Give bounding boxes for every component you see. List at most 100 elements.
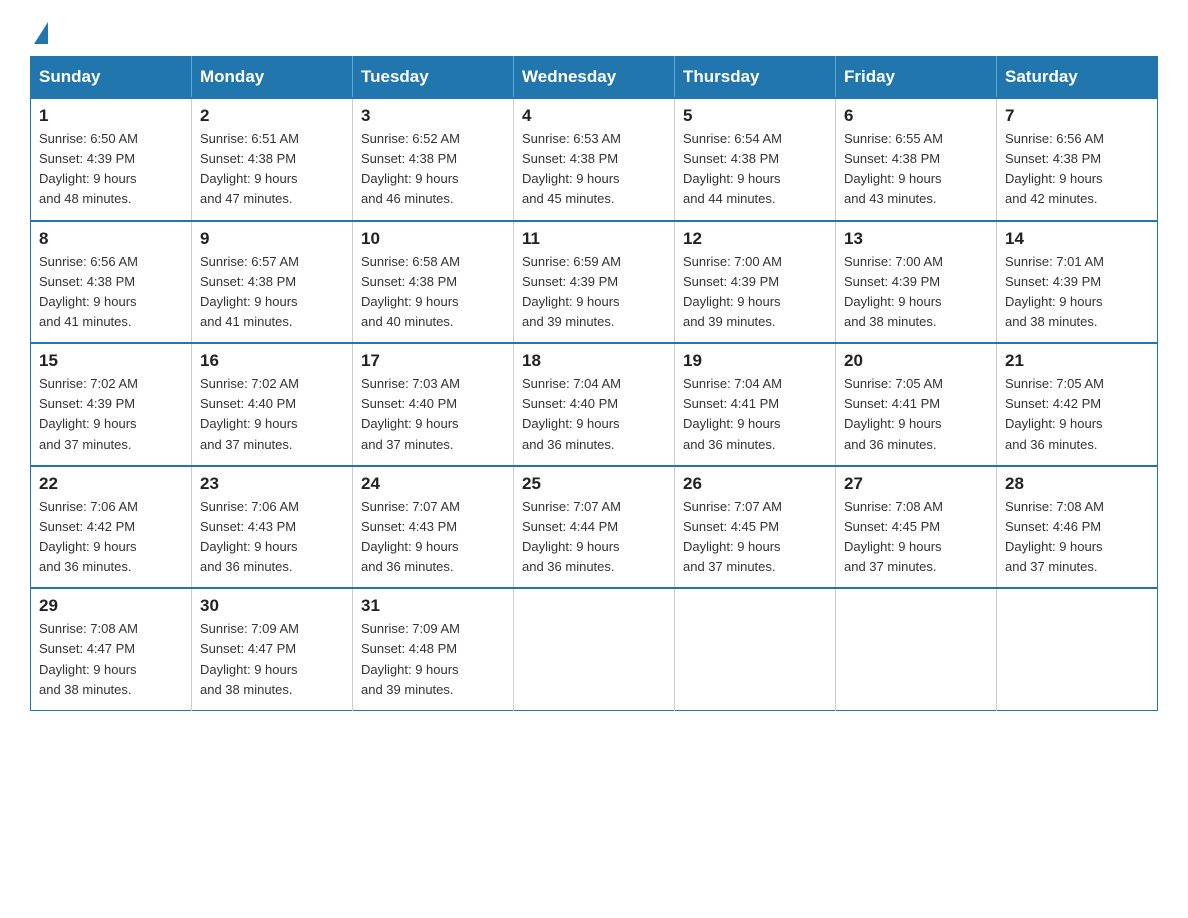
day-info: Sunrise: 6:59 AMSunset: 4:39 PMDaylight:…	[522, 252, 666, 333]
day-number: 6	[844, 106, 988, 126]
calendar-cell: 3 Sunrise: 6:52 AMSunset: 4:38 PMDaylight…	[353, 98, 514, 221]
day-info: Sunrise: 6:55 AMSunset: 4:38 PMDaylight:…	[844, 129, 988, 210]
day-info: Sunrise: 7:09 AMSunset: 4:48 PMDaylight:…	[361, 619, 505, 700]
day-number: 2	[200, 106, 344, 126]
day-info: Sunrise: 7:06 AMSunset: 4:43 PMDaylight:…	[200, 497, 344, 578]
week-row-5: 29 Sunrise: 7:08 AMSunset: 4:47 PMDayligh…	[31, 588, 1158, 710]
header	[30, 20, 1158, 38]
day-info: Sunrise: 7:06 AMSunset: 4:42 PMDaylight:…	[39, 497, 183, 578]
calendar-cell: 22 Sunrise: 7:06 AMSunset: 4:42 PMDayligh…	[31, 466, 192, 589]
day-number: 7	[1005, 106, 1149, 126]
day-info: Sunrise: 7:02 AMSunset: 4:39 PMDaylight:…	[39, 374, 183, 455]
day-number: 21	[1005, 351, 1149, 371]
calendar-cell: 2 Sunrise: 6:51 AMSunset: 4:38 PMDaylight…	[192, 98, 353, 221]
day-number: 24	[361, 474, 505, 494]
weekday-header-thursday: Thursday	[675, 57, 836, 99]
calendar-cell: 11 Sunrise: 6:59 AMSunset: 4:39 PMDayligh…	[514, 221, 675, 344]
calendar-cell: 10 Sunrise: 6:58 AMSunset: 4:38 PMDayligh…	[353, 221, 514, 344]
day-number: 31	[361, 596, 505, 616]
day-info: Sunrise: 7:05 AMSunset: 4:42 PMDaylight:…	[1005, 374, 1149, 455]
calendar-cell: 21 Sunrise: 7:05 AMSunset: 4:42 PMDayligh…	[997, 343, 1158, 466]
logo-general-text	[30, 20, 48, 42]
day-info: Sunrise: 7:07 AMSunset: 4:44 PMDaylight:…	[522, 497, 666, 578]
calendar-cell	[514, 588, 675, 710]
logo-arrow-icon	[34, 22, 48, 44]
calendar-header: SundayMondayTuesdayWednesdayThursdayFrid…	[31, 57, 1158, 99]
calendar-cell: 19 Sunrise: 7:04 AMSunset: 4:41 PMDayligh…	[675, 343, 836, 466]
day-info: Sunrise: 7:04 AMSunset: 4:40 PMDaylight:…	[522, 374, 666, 455]
calendar-cell	[997, 588, 1158, 710]
day-info: Sunrise: 6:56 AMSunset: 4:38 PMDaylight:…	[1005, 129, 1149, 210]
calendar-cell: 31 Sunrise: 7:09 AMSunset: 4:48 PMDayligh…	[353, 588, 514, 710]
calendar-cell: 7 Sunrise: 6:56 AMSunset: 4:38 PMDaylight…	[997, 98, 1158, 221]
day-number: 13	[844, 229, 988, 249]
day-info: Sunrise: 7:02 AMSunset: 4:40 PMDaylight:…	[200, 374, 344, 455]
day-number: 3	[361, 106, 505, 126]
calendar-cell: 18 Sunrise: 7:04 AMSunset: 4:40 PMDayligh…	[514, 343, 675, 466]
day-number: 5	[683, 106, 827, 126]
day-number: 28	[1005, 474, 1149, 494]
calendar-cell: 24 Sunrise: 7:07 AMSunset: 4:43 PMDayligh…	[353, 466, 514, 589]
day-number: 4	[522, 106, 666, 126]
calendar-cell: 1 Sunrise: 6:50 AMSunset: 4:39 PMDaylight…	[31, 98, 192, 221]
day-info: Sunrise: 7:09 AMSunset: 4:47 PMDaylight:…	[200, 619, 344, 700]
calendar-cell: 25 Sunrise: 7:07 AMSunset: 4:44 PMDayligh…	[514, 466, 675, 589]
day-info: Sunrise: 7:00 AMSunset: 4:39 PMDaylight:…	[683, 252, 827, 333]
calendar-cell: 5 Sunrise: 6:54 AMSunset: 4:38 PMDaylight…	[675, 98, 836, 221]
day-number: 18	[522, 351, 666, 371]
day-number: 10	[361, 229, 505, 249]
day-number: 8	[39, 229, 183, 249]
day-number: 25	[522, 474, 666, 494]
day-info: Sunrise: 6:58 AMSunset: 4:38 PMDaylight:…	[361, 252, 505, 333]
day-number: 29	[39, 596, 183, 616]
calendar-cell: 23 Sunrise: 7:06 AMSunset: 4:43 PMDayligh…	[192, 466, 353, 589]
weekday-header-wednesday: Wednesday	[514, 57, 675, 99]
calendar-cell: 14 Sunrise: 7:01 AMSunset: 4:39 PMDayligh…	[997, 221, 1158, 344]
day-number: 22	[39, 474, 183, 494]
day-number: 30	[200, 596, 344, 616]
calendar-cell: 27 Sunrise: 7:08 AMSunset: 4:45 PMDayligh…	[836, 466, 997, 589]
day-info: Sunrise: 7:07 AMSunset: 4:43 PMDaylight:…	[361, 497, 505, 578]
day-info: Sunrise: 6:50 AMSunset: 4:39 PMDaylight:…	[39, 129, 183, 210]
day-number: 17	[361, 351, 505, 371]
weekday-header-friday: Friday	[836, 57, 997, 99]
calendar-body: 1 Sunrise: 6:50 AMSunset: 4:39 PMDaylight…	[31, 98, 1158, 710]
calendar-cell	[675, 588, 836, 710]
calendar-cell: 6 Sunrise: 6:55 AMSunset: 4:38 PMDaylight…	[836, 98, 997, 221]
day-number: 16	[200, 351, 344, 371]
calendar-cell: 15Sunrise: 7:02 AMSunset: 4:39 PMDayligh…	[31, 343, 192, 466]
day-info: Sunrise: 7:08 AMSunset: 4:45 PMDaylight:…	[844, 497, 988, 578]
day-number: 9	[200, 229, 344, 249]
day-info: Sunrise: 7:04 AMSunset: 4:41 PMDaylight:…	[683, 374, 827, 455]
day-info: Sunrise: 6:54 AMSunset: 4:38 PMDaylight:…	[683, 129, 827, 210]
day-number: 14	[1005, 229, 1149, 249]
day-info: Sunrise: 7:08 AMSunset: 4:47 PMDaylight:…	[39, 619, 183, 700]
weekday-header-row: SundayMondayTuesdayWednesdayThursdayFrid…	[31, 57, 1158, 99]
week-row-3: 15Sunrise: 7:02 AMSunset: 4:39 PMDayligh…	[31, 343, 1158, 466]
day-number: 20	[844, 351, 988, 371]
calendar-cell: 26Sunrise: 7:07 AMSunset: 4:45 PMDayligh…	[675, 466, 836, 589]
day-number: 11	[522, 229, 666, 249]
day-info: Sunrise: 6:51 AMSunset: 4:38 PMDaylight:…	[200, 129, 344, 210]
day-info: Sunrise: 7:08 AMSunset: 4:46 PMDaylight:…	[1005, 497, 1149, 578]
weekday-header-tuesday: Tuesday	[353, 57, 514, 99]
weekday-header-sunday: Sunday	[31, 57, 192, 99]
day-number: 27	[844, 474, 988, 494]
calendar-cell: 12Sunrise: 7:00 AMSunset: 4:39 PMDayligh…	[675, 221, 836, 344]
day-number: 26	[683, 474, 827, 494]
day-info: Sunrise: 7:01 AMSunset: 4:39 PMDaylight:…	[1005, 252, 1149, 333]
calendar-cell: 30 Sunrise: 7:09 AMSunset: 4:47 PMDayligh…	[192, 588, 353, 710]
week-row-2: 8Sunrise: 6:56 AMSunset: 4:38 PMDaylight…	[31, 221, 1158, 344]
day-info: Sunrise: 7:05 AMSunset: 4:41 PMDaylight:…	[844, 374, 988, 455]
day-number: 23	[200, 474, 344, 494]
day-info: Sunrise: 6:52 AMSunset: 4:38 PMDaylight:…	[361, 129, 505, 210]
calendar-cell: 8Sunrise: 6:56 AMSunset: 4:38 PMDaylight…	[31, 221, 192, 344]
day-number: 1	[39, 106, 183, 126]
calendar-table: SundayMondayTuesdayWednesdayThursdayFrid…	[30, 56, 1158, 711]
calendar-cell: 20 Sunrise: 7:05 AMSunset: 4:41 PMDayligh…	[836, 343, 997, 466]
calendar-cell: 16 Sunrise: 7:02 AMSunset: 4:40 PMDayligh…	[192, 343, 353, 466]
weekday-header-monday: Monday	[192, 57, 353, 99]
day-number: 19	[683, 351, 827, 371]
calendar-cell: 4Sunrise: 6:53 AMSunset: 4:38 PMDaylight…	[514, 98, 675, 221]
calendar-cell: 13Sunrise: 7:00 AMSunset: 4:39 PMDayligh…	[836, 221, 997, 344]
